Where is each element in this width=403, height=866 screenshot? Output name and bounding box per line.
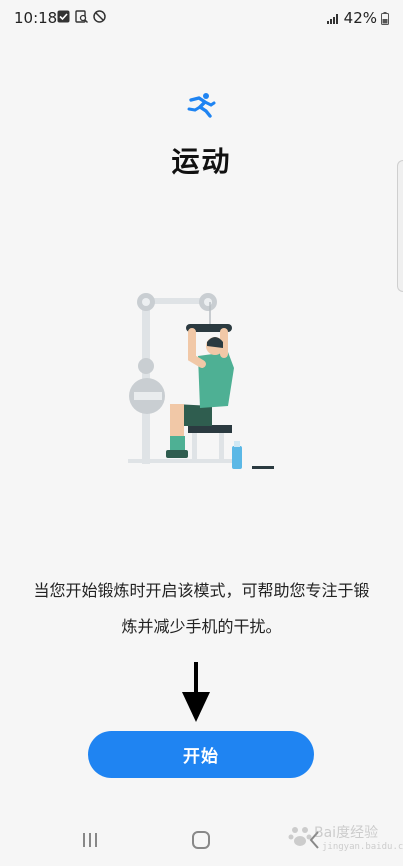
notification-icons (57, 10, 106, 23)
home-icon[interactable] (191, 830, 211, 850)
watermark-url: jingyan.baidu.com (322, 842, 403, 852)
mode-description: 当您开始锻炼时开启该模式，可帮助您专注于锻炼并减少手机的干扰。 (33, 581, 370, 636)
arrow-down-icon (182, 662, 210, 722)
notification-search-icon (75, 10, 88, 23)
baidu-watermark: Bai度经验 jingyan.baidu.com (286, 818, 403, 856)
blocked-icon (93, 10, 106, 23)
running-person-icon (187, 93, 216, 118)
paw-logo-icon (288, 827, 312, 846)
status-right: 42% (326, 9, 389, 27)
recents-icon[interactable] (80, 830, 100, 850)
battery-percent: 42% (343, 9, 377, 27)
watermark-text: Bai度经验 (314, 825, 379, 841)
edge-panel-handle[interactable] (397, 160, 403, 292)
status-time: 10:18 (14, 9, 58, 27)
status-bar: 10:18 42% (0, 0, 403, 36)
battery-icon (381, 11, 389, 25)
page-title: 运动 (171, 145, 232, 178)
signal-icon (326, 13, 338, 24)
workout-illustration (128, 293, 274, 469)
check-box-icon (57, 10, 70, 23)
start-button[interactable]: 开始 (88, 731, 314, 778)
